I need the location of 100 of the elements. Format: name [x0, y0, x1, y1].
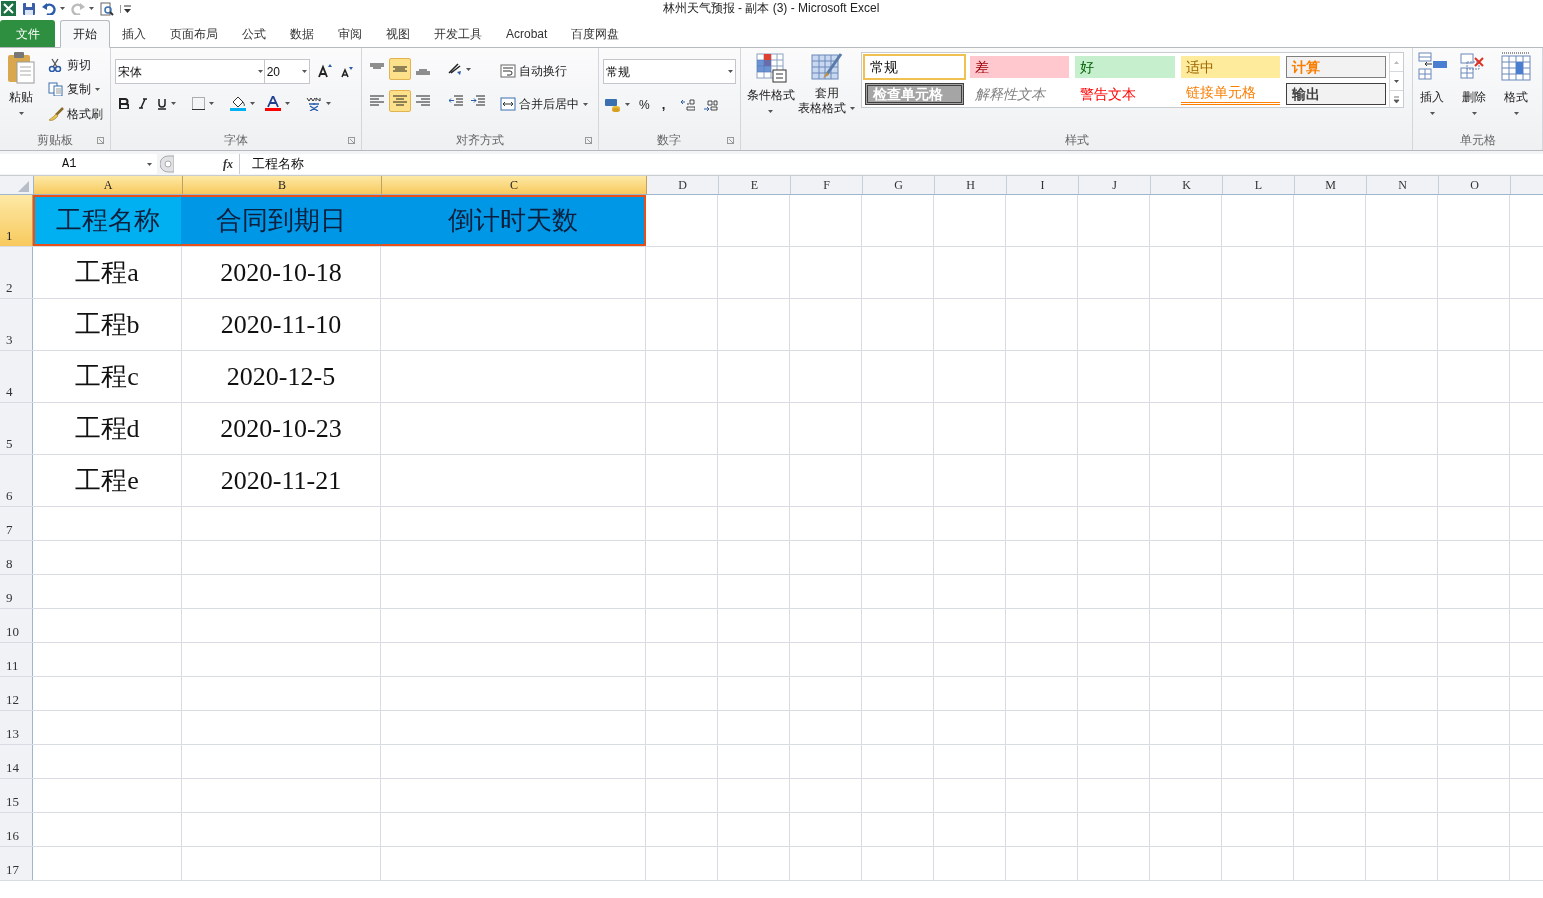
insert-cells-icon — [1417, 52, 1448, 82]
row-header[interactable]: 6 — [0, 455, 33, 506]
borders-icon[interactable] — [191, 97, 205, 110]
undo-icon[interactable] — [42, 2, 56, 15]
column-header[interactable]: O — [1439, 176, 1511, 194]
dialog-launcher-icon[interactable] — [585, 137, 593, 144]
column-header[interactable]: K — [1151, 176, 1223, 194]
column-header[interactable]: B — [183, 176, 382, 194]
column-header[interactable]: I — [1007, 176, 1079, 194]
row-header[interactable]: 2 — [0, 247, 33, 298]
column-header[interactable]: L — [1223, 176, 1295, 194]
caret-icon — [582, 102, 588, 106]
ribbon-button[interactable]: 合并后居中 — [518, 95, 588, 113]
ribbon-tab[interactable]: 视图 — [374, 20, 422, 48]
ribbon-button[interactable]: 自动换行 — [518, 62, 567, 80]
row-header[interactable]: 3 — [0, 299, 33, 350]
grow-font-icon[interactable] — [317, 64, 332, 78]
name-box[interactable]: A1 — [0, 154, 157, 174]
comma-button[interactable]: , — [658, 95, 669, 115]
row-header[interactable]: 5 — [0, 403, 33, 454]
row-header[interactable]: 15 — [0, 779, 33, 812]
ribbon-button[interactable]: 剪切 — [67, 56, 91, 74]
row-header[interactable]: 7 — [0, 507, 33, 540]
ribbon-tab[interactable]: 开发工具 — [422, 20, 494, 48]
cells-button[interactable]: 格式 — [1501, 52, 1532, 115]
cells-button[interactable]: 删除 — [1459, 52, 1490, 115]
ribbon-tab[interactable]: 百度网盘 — [559, 20, 632, 48]
decrease-indent-icon[interactable] — [448, 95, 463, 107]
ribbon-button[interactable]: 格式刷 — [67, 105, 103, 123]
wrap-text-icon[interactable] — [499, 64, 516, 78]
formula-field[interactable]: 工程名称 — [240, 154, 1543, 174]
column-header[interactable]: G — [863, 176, 935, 194]
ribbon-button[interactable]: 复制 — [67, 80, 100, 98]
cell-style[interactable]: 输出 — [1286, 83, 1386, 105]
ribbon-tab[interactable]: Acrobat — [494, 20, 560, 48]
cells-button[interactable]: 插入 — [1417, 52, 1448, 115]
shrink-font-icon[interactable] — [340, 66, 353, 78]
row-header[interactable]: 4 — [0, 351, 33, 402]
conditional-formatting-button[interactable]: 条件格式 — [744, 52, 797, 113]
column-header[interactable]: D — [647, 176, 719, 194]
column-header[interactable]: A — [34, 176, 183, 194]
insert-function-button[interactable]: fx — [223, 155, 233, 173]
font-size-field[interactable]: 20 — [263, 59, 310, 84]
format-as-table-button[interactable]: 套用 表格格式 — [798, 52, 855, 116]
row-header[interactable]: 17 — [0, 847, 33, 880]
dialog-launcher-icon[interactable] — [347, 137, 355, 144]
column-header[interactable]: H — [935, 176, 1007, 194]
ribbon-tab[interactable]: 开始 — [60, 20, 110, 48]
ribbon-tab[interactable]: 公式 — [230, 20, 278, 48]
save-icon[interactable] — [22, 1, 36, 16]
center-button[interactable] — [388, 90, 411, 112]
column-header[interactable]: N — [1367, 176, 1439, 194]
print-preview-icon[interactable] — [100, 1, 114, 16]
row-header[interactable]: 12 — [0, 677, 33, 710]
brush-icon[interactable] — [48, 107, 64, 121]
ribbon-tab[interactable]: 插入 — [110, 20, 158, 48]
number-format-field[interactable]: 常规 — [603, 59, 737, 84]
cell-style[interactable]: 好 — [1075, 56, 1175, 78]
column-header[interactable]: F — [791, 176, 863, 194]
bold-icon[interactable] — [118, 98, 129, 109]
increase-decimal-icon[interactable] — [681, 98, 696, 111]
splitter-handle-icon[interactable] — [160, 155, 174, 173]
currency-icon[interactable] — [605, 97, 622, 112]
percent-button[interactable]: % — [639, 95, 650, 114]
group-label: 对齐方式 — [455, 132, 504, 149]
ribbon-tab[interactable]: 审阅 — [326, 20, 374, 48]
customize-toolbar-icon[interactable] — [120, 4, 131, 13]
ribbon-tab[interactable]: 页面布局 — [158, 20, 230, 48]
italic-icon[interactable] — [138, 98, 147, 109]
row-header[interactable]: 16 — [0, 813, 33, 846]
orientation-icon[interactable] — [447, 63, 462, 75]
row-header[interactable]: 9 — [0, 575, 33, 608]
paste-button[interactable]: 粘贴 — [6, 52, 36, 115]
cell-style[interactable]: 适中 — [1180, 56, 1281, 78]
merge-center-icon[interactable] — [499, 97, 516, 111]
copy-icon[interactable] — [48, 82, 64, 96]
row-header[interactable]: 11 — [0, 643, 33, 676]
ribbon-tab[interactable]: 数据 — [278, 20, 326, 48]
row-header[interactable]: 10 — [0, 609, 33, 642]
row-header[interactable]: 14 — [0, 745, 33, 778]
phonetic-guide-icon[interactable] — [305, 96, 322, 111]
row-header[interactable]: 8 — [0, 541, 33, 574]
increase-indent-icon[interactable] — [470, 95, 485, 107]
column-header[interactable]: C — [382, 176, 647, 194]
row-header[interactable]: 1 — [0, 195, 33, 246]
column-header[interactable]: J — [1079, 176, 1151, 194]
dialog-launcher-icon[interactable] — [726, 137, 734, 144]
ribbon-tab[interactable]: 文件 — [0, 20, 55, 47]
row-header[interactable]: 13 — [0, 711, 33, 744]
underline-icon[interactable] — [156, 97, 167, 110]
scissors-icon[interactable] — [48, 58, 64, 72]
font-name-field[interactable]: 宋体 — [114, 59, 266, 84]
column-header[interactable]: E — [719, 176, 791, 194]
dialog-launcher-icon[interactable] — [96, 137, 104, 144]
decrease-decimal-icon[interactable] — [704, 98, 719, 111]
fill-color-icon[interactable] — [229, 96, 246, 111]
font-color-icon[interactable] — [264, 96, 281, 111]
middle-align-button[interactable] — [388, 58, 411, 80]
column-header[interactable]: M — [1295, 176, 1367, 194]
cell-style[interactable]: 差 — [970, 56, 1070, 78]
